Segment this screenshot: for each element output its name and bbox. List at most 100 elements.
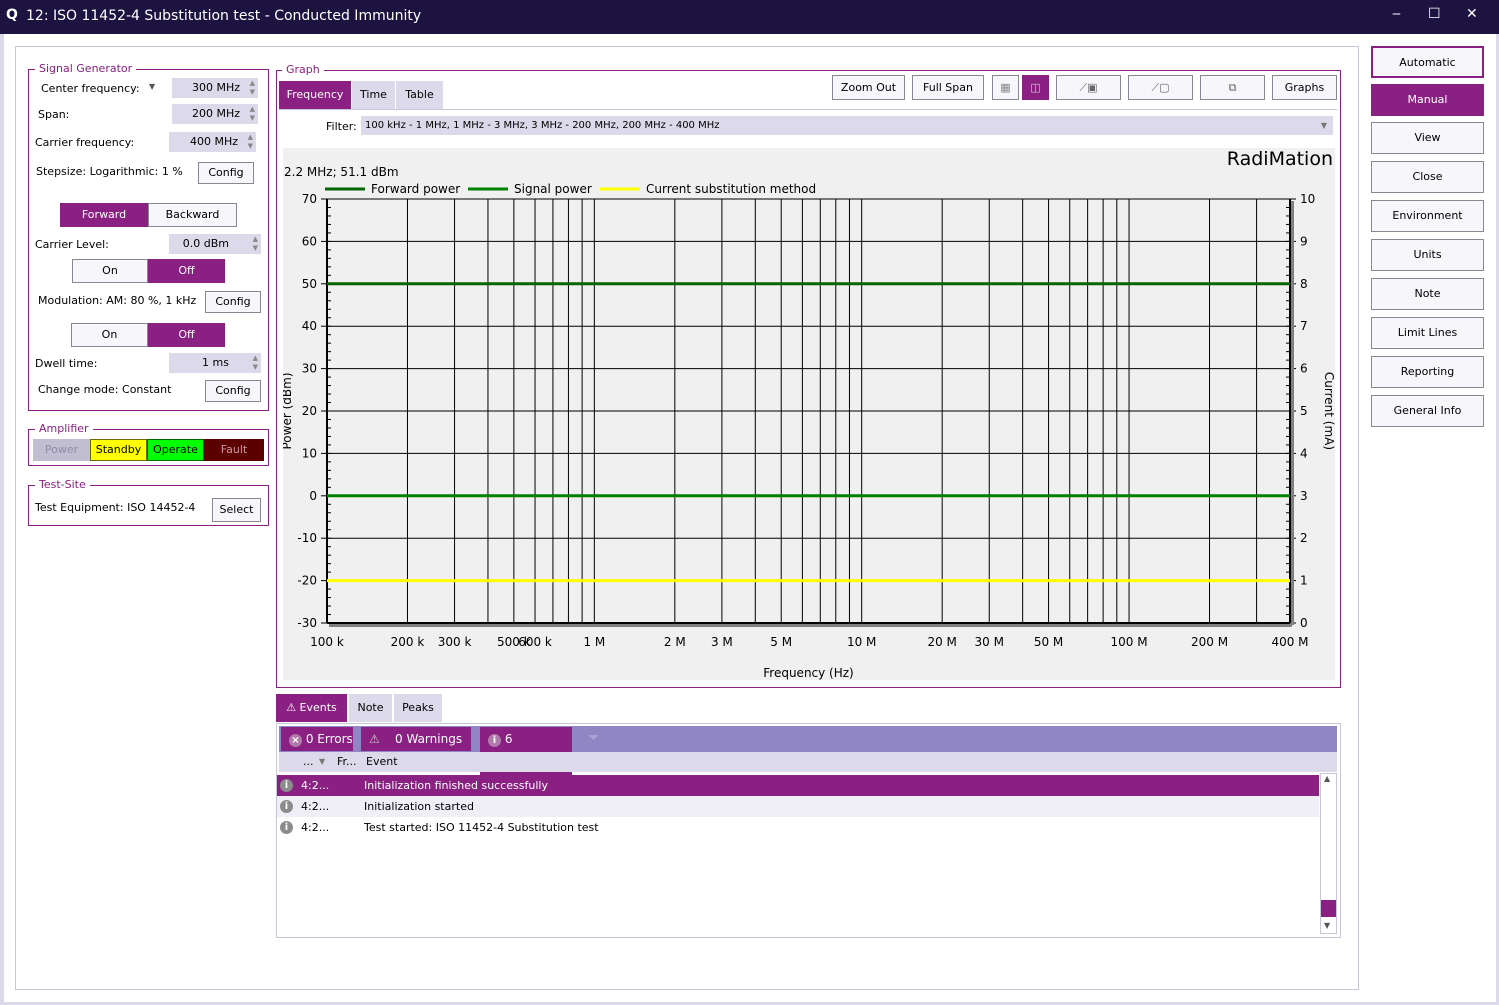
spin-arrows-icon[interactable]: ▲ ▼	[248, 133, 253, 151]
tab-time[interactable]: Time	[352, 81, 395, 110]
x-tick-label: 300 k	[438, 635, 472, 649]
x-tick-label: 30 M	[975, 635, 1004, 649]
layout-icon[interactable]: ⧉	[1200, 75, 1265, 100]
button-units[interactable]: Units	[1371, 239, 1484, 271]
button-manual[interactable]: Manual	[1371, 84, 1484, 116]
y-tick-label: -10	[297, 531, 317, 545]
grid-icon[interactable]: ▦	[992, 75, 1019, 100]
x-tick-label: 200 M	[1191, 635, 1228, 649]
warnings-filter-button[interactable]: ⚠ 0 Warnings	[361, 727, 471, 751]
x-tick-label: 100 M	[1111, 635, 1148, 649]
column-time[interactable]: ...	[303, 752, 314, 772]
span-input[interactable]: 200 MHz ▲ ▼	[172, 104, 258, 124]
change-mode-label: Change mode: Constant	[38, 383, 172, 396]
close-window-button[interactable]: ✕	[1466, 6, 1478, 22]
column-event[interactable]: Event	[366, 752, 398, 772]
full-span-button[interactable]: Full Span	[912, 75, 984, 100]
scroll-up-icon[interactable]: ▲	[1324, 774, 1330, 783]
button-close[interactable]: Close	[1371, 161, 1484, 193]
clear-filter-icon[interactable]: ⏷	[588, 730, 599, 746]
frequency-chart[interactable]: 706050403020100-10-20-30109876543210100 …	[283, 148, 1335, 680]
filter-label: Filter:	[326, 120, 357, 133]
amplifier-standby-indicator: Standby	[90, 439, 147, 461]
filter-dropdown[interactable]: 100 kHz - 1 MHz, 1 MHz - 3 MHz, 3 MHz - …	[361, 116, 1333, 135]
x-tick-label: 10 M	[847, 635, 876, 649]
y-tick-label: 50	[302, 277, 317, 291]
button-view[interactable]: View	[1371, 122, 1484, 154]
divider	[279, 109, 1337, 110]
y-tick-label: 60	[302, 234, 317, 248]
change-mode-config-button[interactable]: Config	[205, 380, 261, 402]
sort-icon[interactable]: ▼	[319, 752, 325, 772]
split-grid-icon[interactable]: ◫	[1022, 75, 1049, 100]
chevron-down-icon: ▼	[1320, 121, 1327, 130]
button-automatic[interactable]: Automatic	[1371, 46, 1484, 78]
event-row[interactable]: i 4:2... Initialization started	[277, 796, 1319, 817]
export-graph-icon[interactable]: ⟋▣	[1056, 75, 1121, 100]
carrier-frequency-value: 400 MHz	[189, 135, 238, 148]
spin-arrows-icon[interactable]: ▲ ▼	[253, 354, 258, 372]
event-time: 4:2...	[301, 821, 330, 834]
modulation-label: Modulation: AM: 80 %, 1 kHz	[38, 294, 197, 307]
graphs-button[interactable]: Graphs	[1272, 75, 1337, 100]
maximize-button[interactable]: ☐	[1428, 6, 1441, 22]
dropdown-icon[interactable]: ▼	[149, 82, 155, 91]
tab-note[interactable]: Note	[349, 694, 392, 722]
errors-count: 0 Errors	[305, 732, 353, 746]
tab-events[interactable]: ⚠ Events	[276, 694, 347, 722]
event-row[interactable]: i 4:2... Initialization finished successfu…	[277, 775, 1319, 796]
y-tick-label: 0	[309, 489, 317, 503]
carrier-on-button[interactable]: On	[72, 259, 148, 283]
backward-button[interactable]: Backward	[148, 203, 237, 227]
center-frequency-input[interactable]: 300 MHz ▲ ▼	[172, 78, 258, 98]
x-tick-label: 5 M	[770, 635, 792, 649]
test-equipment-label: Test Equipment: ISO 14452-4	[35, 501, 196, 514]
signal-generator-title: Signal Generator	[35, 62, 137, 75]
tab-table[interactable]: Table	[396, 81, 443, 110]
spin-arrows-icon[interactable]: ▲ ▼	[253, 235, 258, 253]
button-general-info[interactable]: General Info	[1371, 395, 1484, 427]
tab-frequency[interactable]: Frequency	[279, 81, 351, 110]
stepsize-config-button[interactable]: Config	[198, 162, 254, 184]
button-reporting[interactable]: Reporting	[1371, 356, 1484, 388]
modulation-config-button[interactable]: Config	[205, 291, 261, 313]
dwell-time-input[interactable]: 1 ms ▲ ▼	[169, 353, 261, 373]
spin-arrows-icon[interactable]: ▲ ▼	[250, 105, 255, 123]
zoom-out-button[interactable]: Zoom Out	[832, 75, 905, 100]
info-icon: i	[280, 800, 293, 813]
x-tick-label: 3 M	[711, 635, 733, 649]
tab-peaks[interactable]: Peaks	[394, 694, 442, 722]
scroll-thumb[interactable]	[1321, 900, 1336, 917]
column-from[interactable]: Fr...	[337, 752, 357, 772]
modulation-off-button[interactable]: Off	[148, 323, 225, 347]
carrier-off-button[interactable]: Off	[148, 259, 225, 283]
info-icon: i	[280, 779, 293, 792]
copy-graph-icon[interactable]: ⟋▢	[1128, 75, 1193, 100]
graph-title: Graph	[282, 63, 324, 76]
y-tick-label: 40	[302, 319, 317, 333]
event-row[interactable]: i 4:2... Test started: ISO 11452-4 Substit…	[277, 817, 1319, 838]
button-limit-lines[interactable]: Limit Lines	[1371, 317, 1484, 349]
scroll-down-icon[interactable]: ▼	[1324, 921, 1330, 930]
app-logo-icon: Q	[6, 7, 18, 23]
window-title: 12: ISO 11452-4 Substitution test - Cond…	[26, 8, 422, 24]
events-scrollbar[interactable]: ▲ ▼	[1320, 773, 1337, 934]
info-icon: i	[280, 821, 293, 834]
info-icon: i	[488, 734, 501, 747]
spin-arrows-icon[interactable]: ▲ ▼	[250, 79, 255, 97]
forward-button[interactable]: Forward	[60, 203, 148, 227]
carrier-frequency-input[interactable]: 400 MHz ▲ ▼	[169, 132, 256, 152]
carrier-level-input[interactable]: 0.0 dBm ▲ ▼	[169, 234, 261, 254]
errors-filter-button[interactable]: × 0 Errors	[281, 727, 353, 751]
button-environment[interactable]: Environment	[1371, 200, 1484, 232]
y2-tick-label: 8	[1300, 277, 1308, 291]
test-site-select-button[interactable]: Select	[212, 498, 261, 522]
y2-tick-label: 1	[1300, 574, 1308, 588]
x-tick-label: 1 M	[583, 635, 605, 649]
minimize-button[interactable]: ‒	[1392, 6, 1401, 22]
y2-tick-label: 9	[1300, 234, 1308, 248]
carrier-level-label: Carrier Level:	[35, 238, 109, 251]
button-note[interactable]: Note	[1371, 278, 1484, 310]
modulation-on-button[interactable]: On	[71, 323, 148, 347]
x-tick-label: 400 M	[1271, 635, 1308, 649]
